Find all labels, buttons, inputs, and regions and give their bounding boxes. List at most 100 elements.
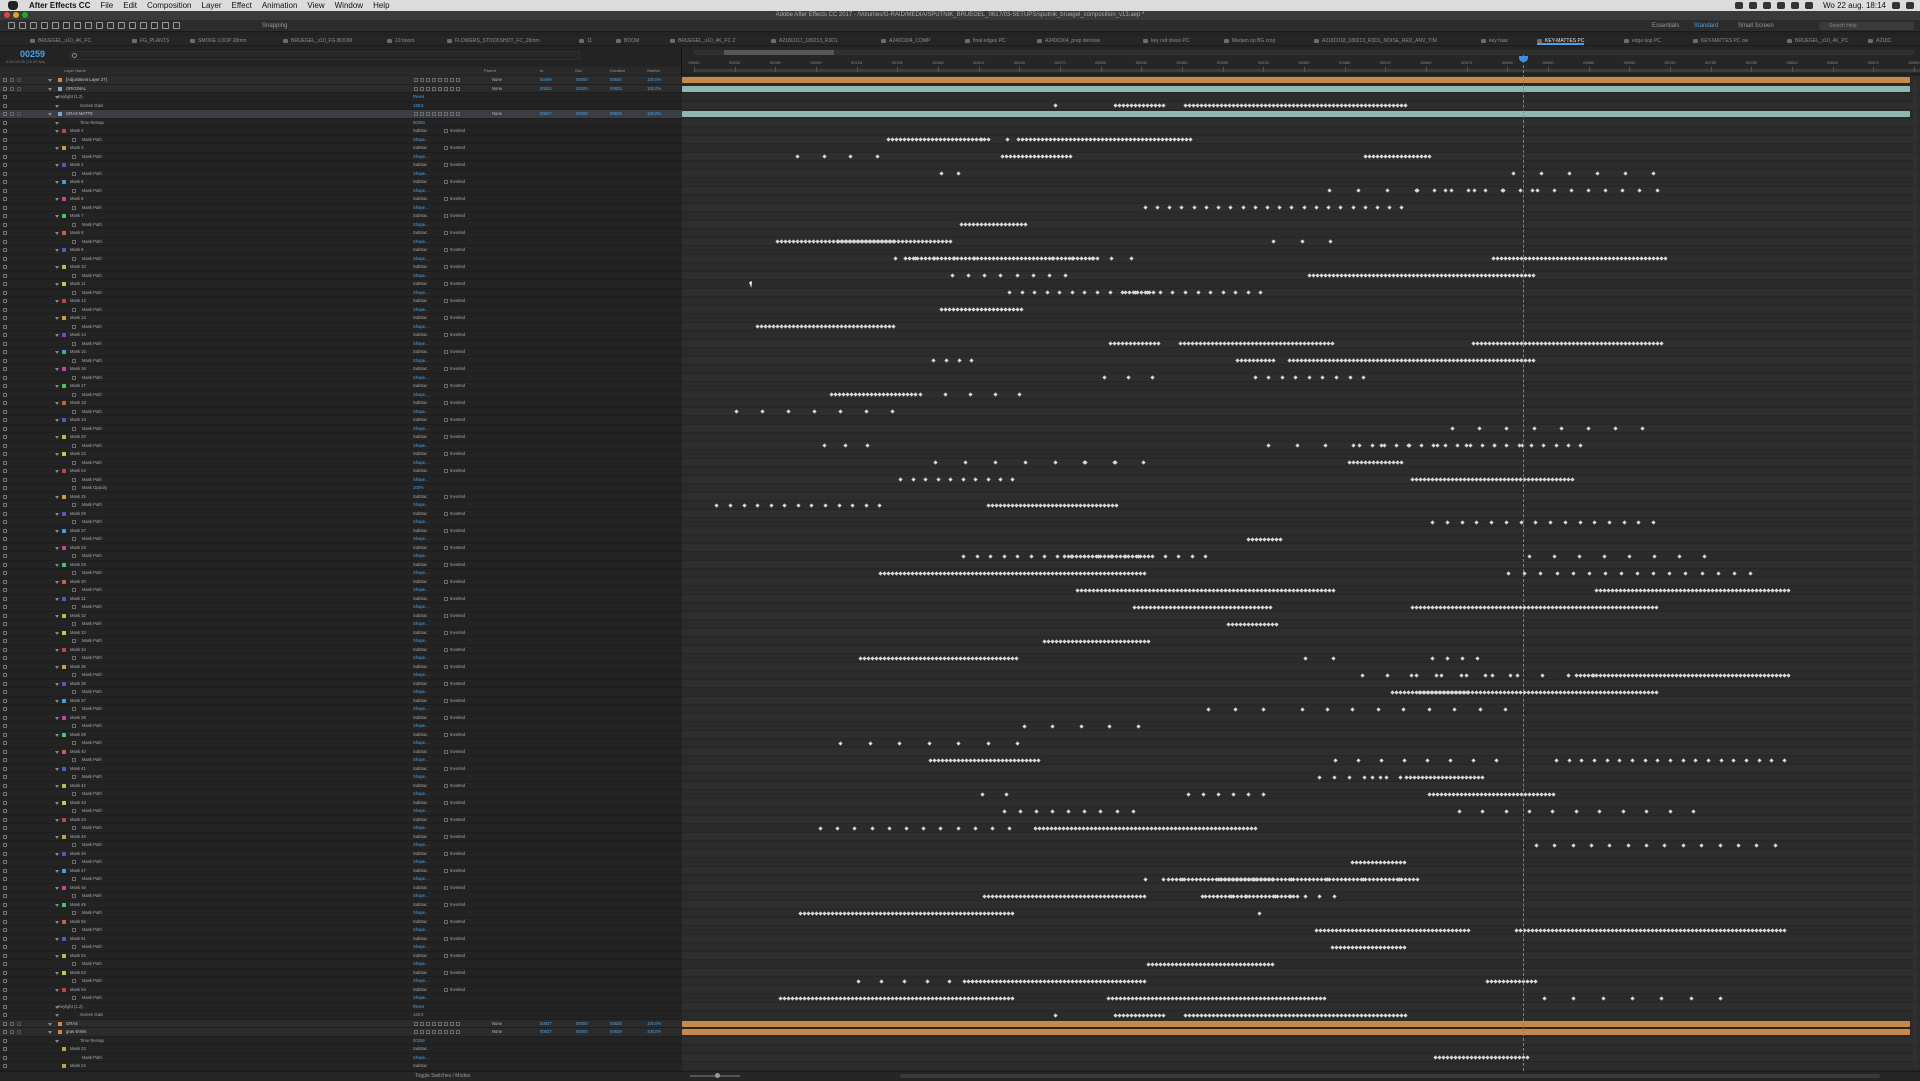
mask-color-swatch[interactable] xyxy=(62,367,66,371)
mask-name[interactable]: Mask 22 xyxy=(70,1045,86,1054)
visibility-eye-icon[interactable] xyxy=(3,639,7,643)
keyframe-icon[interactable] xyxy=(1015,553,1020,559)
timeline-row[interactable] xyxy=(682,1019,1920,1028)
expand-triangle-icon[interactable] xyxy=(55,419,59,422)
keyframe-icon[interactable] xyxy=(1277,205,1282,210)
mask-name[interactable]: Mask 29 xyxy=(70,561,86,570)
timeline-row[interactable] xyxy=(682,849,1920,858)
mask-color-swatch[interactable] xyxy=(62,197,66,201)
mask-path-label[interactable]: Mask Path xyxy=(82,790,102,799)
keyframe-icon[interactable] xyxy=(1161,1012,1166,1018)
timeline-row[interactable] xyxy=(682,212,1920,221)
timeline-row[interactable] xyxy=(682,101,1920,110)
solo-icon[interactable] xyxy=(17,86,21,91)
property-value[interactable]: 128,0 xyxy=(413,1011,423,1020)
keyframe-icon[interactable] xyxy=(1603,570,1608,576)
keyframe-icon[interactable] xyxy=(1253,825,1258,831)
keyframe-icon[interactable] xyxy=(1375,205,1380,210)
timeline-row[interactable] xyxy=(682,781,1920,790)
visibility-eye-icon[interactable] xyxy=(3,528,7,533)
mask-color-swatch[interactable] xyxy=(62,562,66,567)
keyframe-icon[interactable] xyxy=(822,443,827,448)
keyframe-icon[interactable] xyxy=(1328,239,1333,244)
mask-color-swatch[interactable] xyxy=(62,129,66,133)
timeline-row[interactable] xyxy=(682,730,1920,739)
mask-color-swatch[interactable] xyxy=(62,834,66,839)
col-duration[interactable]: Duration xyxy=(610,67,625,75)
inverted-checkbox[interactable] xyxy=(444,885,448,890)
visibility-eye-icon[interactable] xyxy=(3,902,7,907)
mask-path-row[interactable]: Mask Path Shape... xyxy=(0,501,682,510)
keyframe-icon[interactable] xyxy=(1327,188,1332,193)
keyframe-icon[interactable] xyxy=(1018,808,1023,814)
mask-path-row[interactable]: Mask Path Shape... xyxy=(0,841,682,850)
mask-row[interactable]: Mask 19 Subtrac Inverted xyxy=(0,416,682,425)
keyframe-icon[interactable] xyxy=(1083,460,1088,465)
mask-row[interactable]: Mask 28 Subtrac Inverted xyxy=(0,544,682,552)
keyframe-icon[interactable] xyxy=(1592,757,1597,763)
timeline-row[interactable] xyxy=(682,841,1920,850)
visibility-eye-icon[interactable] xyxy=(3,392,7,397)
keyframe-icon[interactable] xyxy=(938,825,944,831)
expand-triangle-icon[interactable] xyxy=(55,215,59,218)
visibility-eye-icon[interactable] xyxy=(3,409,7,414)
keyframe-icon[interactable] xyxy=(1252,375,1258,380)
visibility-eye-icon[interactable] xyxy=(3,1055,7,1060)
keyframe-icon[interactable] xyxy=(1007,290,1012,295)
mask-path-label[interactable]: Mask Path xyxy=(82,603,102,612)
keyframe-icon[interactable] xyxy=(769,502,774,508)
mask-path-row[interactable]: Mask Path Shape... xyxy=(0,153,682,161)
stopwatch-icon[interactable] xyxy=(72,673,76,677)
property-name[interactable]: Time Remap xyxy=(80,119,104,128)
property-name[interactable]: Keylight (1.2) xyxy=(58,93,83,102)
keyframe-icon[interactable] xyxy=(1010,910,1015,916)
mask-shape-value[interactable]: Shape... xyxy=(413,1054,429,1063)
keyframe-icon[interactable] xyxy=(1363,205,1368,210)
keyframe-icon[interactable] xyxy=(1538,570,1544,576)
inverted-checkbox[interactable] xyxy=(444,418,448,422)
keyframe-icon[interactable] xyxy=(1744,757,1749,763)
visibility-eye-icon[interactable] xyxy=(3,724,7,728)
visibility-eye-icon[interactable] xyxy=(3,562,7,567)
mask-path-label[interactable]: Mask Path xyxy=(82,374,102,383)
curve-tool-icon[interactable] xyxy=(173,22,180,29)
keyframe-icon[interactable] xyxy=(1385,188,1390,193)
expand-triangle-icon[interactable] xyxy=(55,750,59,754)
timeline-row[interactable] xyxy=(682,382,1920,391)
mask-path-row[interactable]: Mask Path Shape... xyxy=(0,459,682,467)
expand-triangle-icon[interactable] xyxy=(55,784,59,788)
inverted-checkbox[interactable] xyxy=(444,265,448,269)
timeline-row[interactable] xyxy=(682,1053,1920,1062)
pan-behind-tool-icon[interactable] xyxy=(63,22,70,29)
visibility-eye-icon[interactable] xyxy=(3,367,7,371)
timeline-row[interactable] xyxy=(682,475,1920,484)
keyframe-icon[interactable] xyxy=(980,791,986,797)
stopwatch-icon[interactable] xyxy=(72,588,76,592)
keyframe-icon[interactable] xyxy=(1192,205,1197,210)
keyframe-icon[interactable] xyxy=(1552,553,1557,559)
current-timecode[interactable]: 00259 xyxy=(20,49,45,59)
keyframe-icon[interactable] xyxy=(1028,553,1034,559)
keyframe-icon[interactable] xyxy=(852,825,857,831)
inverted-checkbox[interactable] xyxy=(444,919,448,924)
keyframe-icon[interactable] xyxy=(1034,808,1039,814)
keyframe-icon[interactable] xyxy=(1402,757,1407,763)
expand-triangle-icon[interactable] xyxy=(55,266,59,269)
mask-path-row[interactable]: Mask Path Shape... xyxy=(0,943,682,952)
duration-value[interactable]: 00828 xyxy=(610,1028,622,1037)
keyframe-icon[interactable] xyxy=(1620,188,1625,193)
mask-shape-value[interactable]: Shape... xyxy=(413,535,429,544)
mask-shape-value[interactable]: Shape... xyxy=(413,391,429,400)
keyframe-icon[interactable] xyxy=(1558,426,1564,431)
keyframe-icon[interactable] xyxy=(835,825,840,831)
keyframe-icon[interactable] xyxy=(1550,808,1556,814)
tab-7[interactable]: BOOM xyxy=(616,37,639,45)
keyframe-icon[interactable] xyxy=(1300,706,1305,712)
expand-triangle-icon[interactable] xyxy=(55,767,59,771)
keyframe-icon[interactable] xyxy=(1449,188,1454,193)
mask-row[interactable]: Mask 34 Subtrac Inverted xyxy=(0,646,682,654)
keyframe-icon[interactable] xyxy=(1483,188,1488,193)
timeline-row[interactable] xyxy=(682,161,1920,170)
timeline-row[interactable] xyxy=(682,365,1920,374)
mask-row[interactable]: Mask 18 Subtrac Inverted xyxy=(0,399,682,408)
